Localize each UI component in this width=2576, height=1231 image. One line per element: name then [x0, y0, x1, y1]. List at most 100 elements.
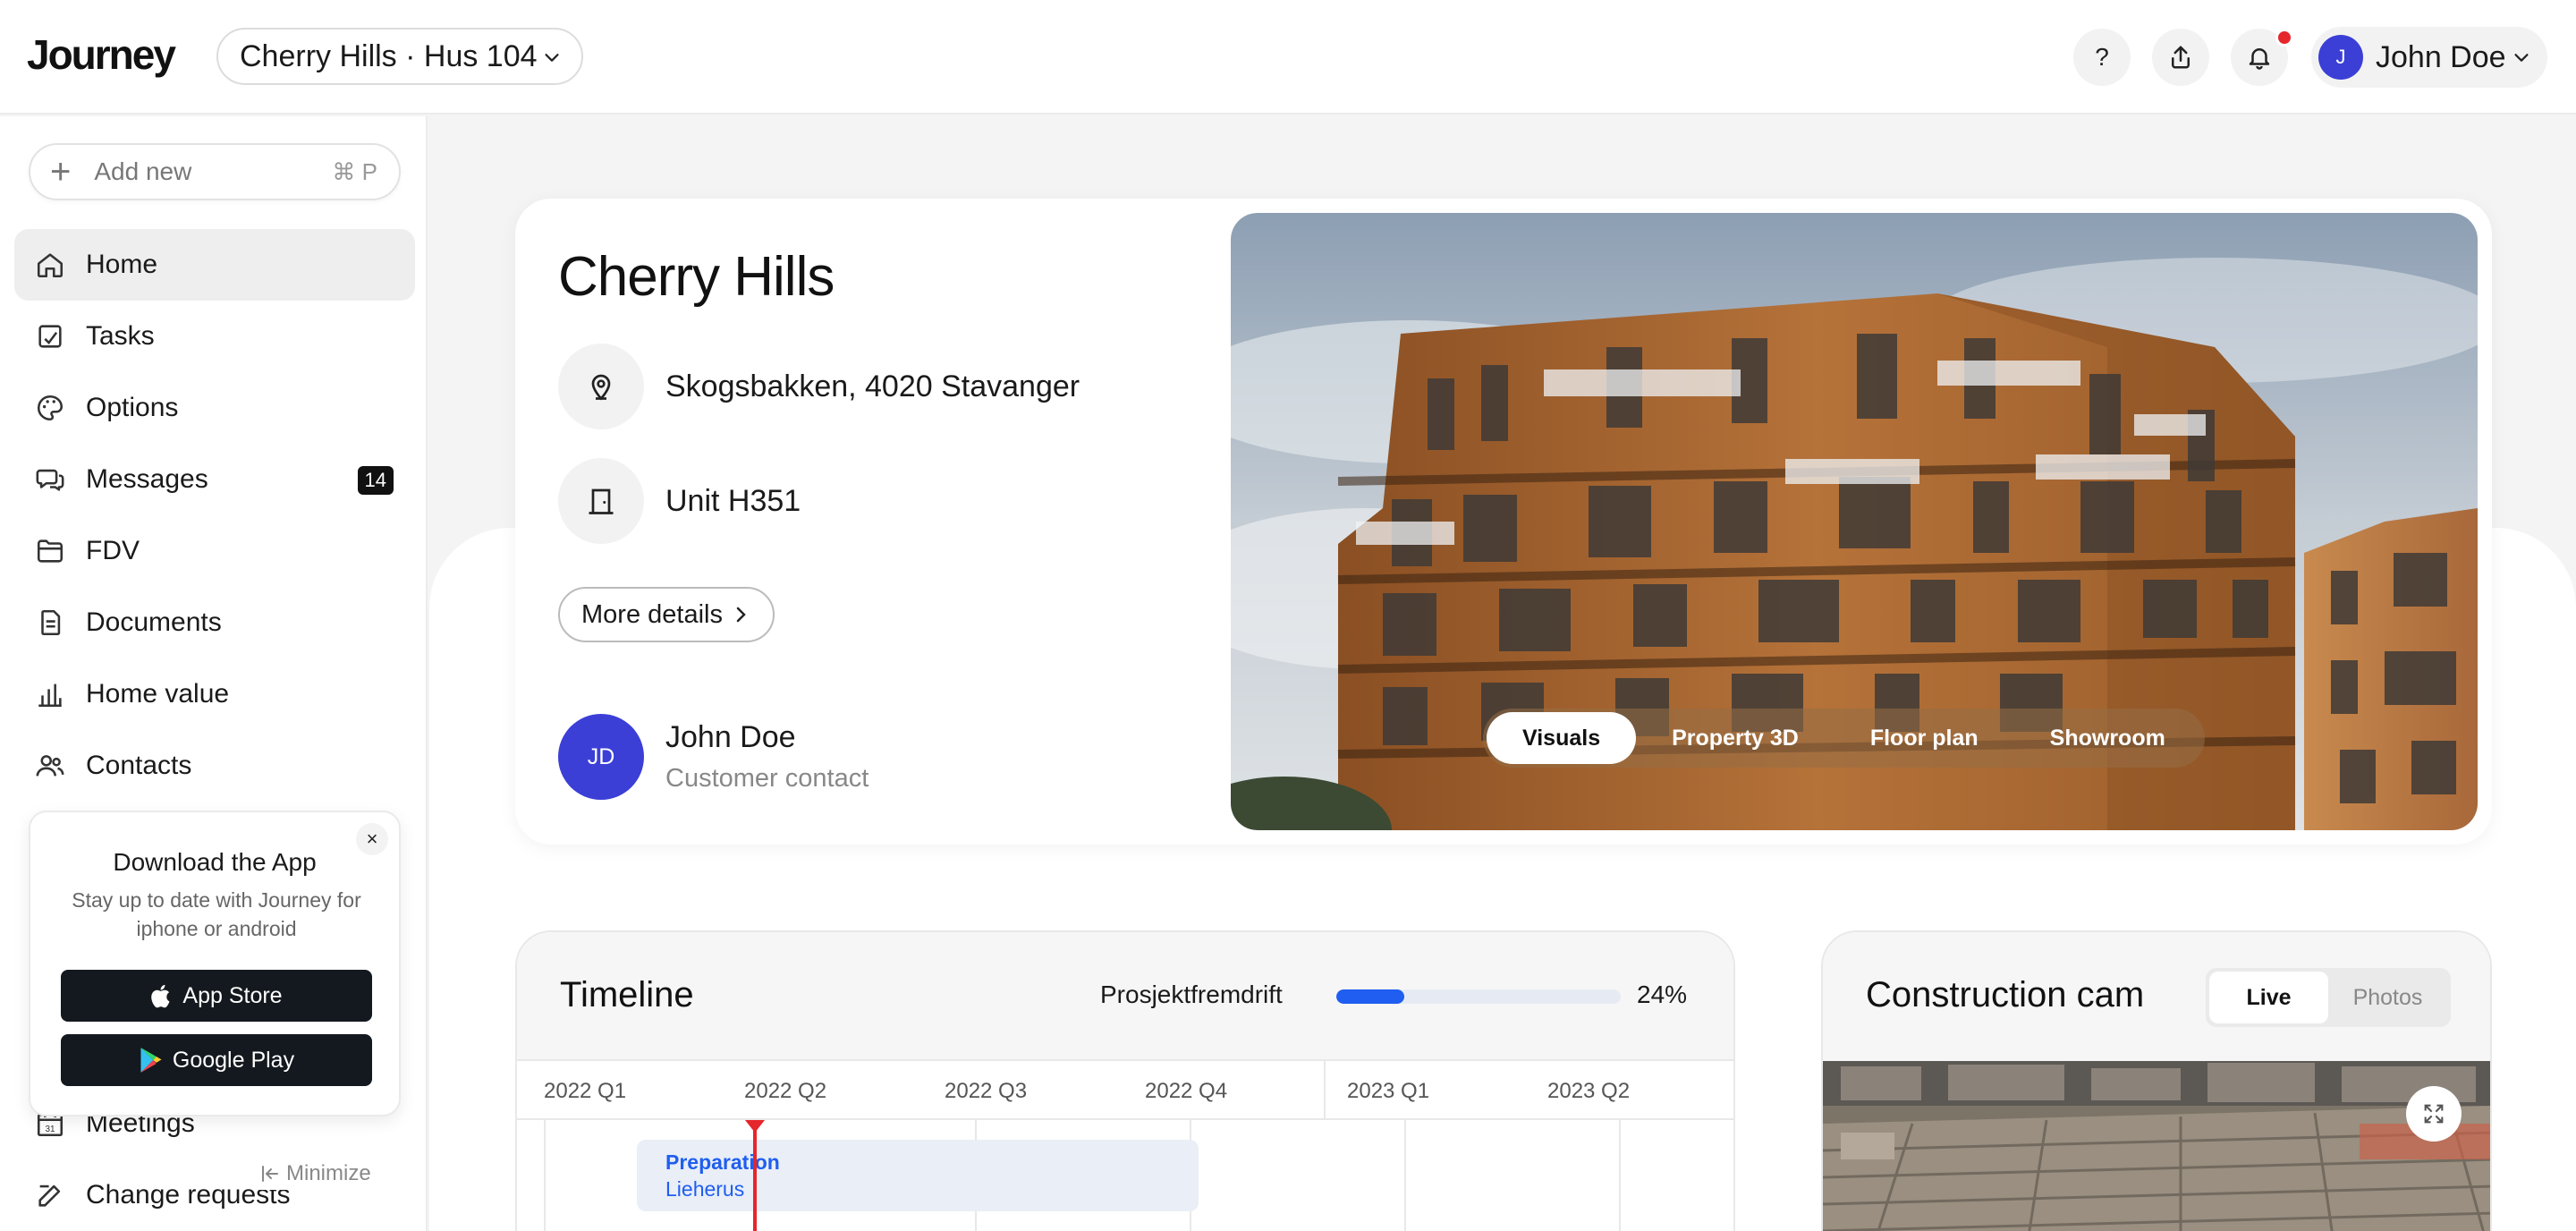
sidebar-item-contacts[interactable]: Contacts	[14, 730, 415, 802]
project-selector[interactable]: Cherry Hills · Hus 104	[216, 28, 583, 85]
shortcut-hint: ⌘ P	[332, 157, 377, 185]
sidebar-item-label: Home	[86, 250, 158, 279]
construction-cam-image[interactable]	[1823, 1061, 2490, 1231]
share-icon	[2172, 46, 2190, 69]
google-play-button[interactable]: Google Play	[61, 1034, 372, 1086]
more-details-label: More details	[581, 599, 723, 629]
project-hero-card: Cherry Hills Skogsbakken, 4020 Stavanger…	[515, 199, 2492, 845]
media-tabs: Visuals Property 3D Floor plan Showroom	[1483, 709, 2205, 768]
contact-role: Customer contact	[665, 764, 869, 793]
apple-icon	[150, 982, 174, 1009]
sidebar-item-label: Options	[86, 393, 179, 422]
app-store-button[interactable]: App Store	[61, 970, 372, 1022]
more-details-button[interactable]: More details	[558, 587, 775, 642]
document-icon	[32, 605, 68, 641]
address-row: Skogsbakken, 4020 Stavanger	[558, 344, 1080, 429]
timeline-card: Timeline Prosjektfremdrift 24% 2022 Q1 2…	[515, 930, 1735, 1231]
avatar: J	[2318, 35, 2363, 80]
contacts-icon	[32, 748, 68, 784]
progress-label: Prosjektfremdrift	[1100, 981, 1283, 1008]
sidebar-item-messages[interactable]: Messages 14	[14, 444, 415, 515]
edit-icon	[32, 1177, 68, 1213]
add-new-button[interactable]: + Add new ⌘ P	[29, 143, 401, 200]
sidebar-item-home[interactable]: Home	[14, 229, 415, 301]
google-play-icon	[139, 1047, 164, 1074]
progress-bar	[1336, 989, 1621, 1004]
timeline-task[interactable]: Preparation Lieherus	[637, 1140, 1199, 1211]
today-marker	[753, 1120, 757, 1231]
quarter-header: 2022 Q1 2022 Q2 2022 Q3 2022 Q4 2023 Q1 …	[517, 1061, 1733, 1120]
sidebar-item-options[interactable]: Options	[14, 372, 415, 444]
chat-icon	[32, 462, 68, 497]
notifications-button[interactable]	[2231, 29, 2293, 86]
sidebar: + Add new ⌘ P Home Tasks Options Message…	[0, 116, 428, 1231]
tab-showroom[interactable]: Showroom	[2014, 712, 2201, 764]
year-divider	[1324, 1061, 1326, 1120]
sidebar-item-label: Tasks	[86, 321, 155, 351]
minimize-label: Minimize	[286, 1161, 371, 1185]
construction-cam-card: Construction cam Live Photos	[1821, 930, 2492, 1231]
grid-line	[1619, 1120, 1621, 1231]
question-icon: ?	[2095, 43, 2109, 71]
cam-title: Construction cam	[1866, 975, 2145, 1015]
location-pin-icon	[558, 344, 644, 429]
calendar-day: 31	[45, 1125, 55, 1134]
folder-icon	[32, 533, 68, 569]
cam-live-option[interactable]: Live	[2209, 972, 2328, 1023]
sidebar-item-label: Documents	[86, 607, 222, 637]
timeline-title: Timeline	[560, 975, 694, 1015]
plus-icon: +	[50, 152, 72, 191]
bell-icon	[2249, 48, 2270, 70]
sidebar-item-label: Messages	[86, 464, 208, 494]
quarter-label: 2023 Q1	[1347, 1079, 1430, 1103]
door-icon	[558, 458, 644, 544]
quarter-label: 2022 Q2	[744, 1079, 827, 1103]
top-header: Journey Cherry Hills · Hus 104 ? J John …	[0, 0, 2576, 115]
share-button[interactable]	[2152, 29, 2209, 86]
tab-floor-plan[interactable]: Floor plan	[1835, 712, 2014, 764]
progress-percent: 24%	[1637, 981, 1688, 1008]
sidebar-item-tasks[interactable]: Tasks	[14, 301, 415, 372]
chevron-down-icon	[2514, 54, 2529, 62]
google-play-label: Google Play	[172, 1047, 295, 1073]
user-menu[interactable]: J John Doe	[2311, 27, 2547, 88]
journey-logo[interactable]: Journey	[27, 30, 176, 79]
unit-row: Unit H351	[558, 458, 801, 544]
sidebar-item-documents[interactable]: Documents	[14, 587, 415, 658]
notification-dot	[2275, 29, 2293, 47]
avatar: JD	[558, 714, 644, 800]
grid-line	[544, 1120, 546, 1231]
project-selector-label: Cherry Hills · Hus 104	[240, 38, 538, 73]
cam-header: Construction cam Live Photos	[1823, 932, 2490, 1061]
expand-icon[interactable]	[2406, 1086, 2462, 1142]
tab-property-3d[interactable]: Property 3D	[1636, 712, 1835, 764]
quarter-label: 2022 Q3	[945, 1079, 1028, 1103]
app-card-title: Download the App	[113, 848, 317, 876]
app-store-label: App Store	[182, 982, 283, 1008]
project-address: Skogsbakken, 4020 Stavanger	[665, 369, 1080, 403]
add-new-label: Add new	[94, 157, 192, 185]
sidebar-nav: Home Tasks Options Messages 14 FDV Docum…	[14, 229, 415, 802]
help-button[interactable]: ?	[2073, 29, 2131, 86]
timeline-header: Timeline Prosjektfremdrift 24%	[517, 932, 1733, 1061]
palette-icon	[32, 390, 68, 426]
tasks-icon	[32, 318, 68, 354]
sidebar-item-label: FDV	[86, 536, 140, 565]
home-icon	[32, 247, 68, 283]
customer-contact[interactable]: JD John Doe Customer contact	[558, 714, 869, 800]
user-name: John Doe	[2376, 39, 2506, 74]
tab-visuals[interactable]: Visuals	[1487, 712, 1637, 764]
task-subtitle: Lieherus	[665, 1177, 745, 1201]
sidebar-item-home-value[interactable]: Home value	[14, 658, 415, 730]
collapse-left-icon	[262, 1166, 278, 1182]
progress-bar-fill	[1336, 989, 1405, 1004]
sidebar-item-label: Home value	[86, 679, 230, 709]
app-card-subtitle: Stay up to date with Journey for iphone …	[72, 888, 361, 940]
grid-line	[1404, 1120, 1406, 1231]
minimize-sidebar-button[interactable]: Minimize	[254, 1158, 377, 1190]
sidebar-item-fdv[interactable]: FDV	[14, 515, 415, 587]
cam-photos-option[interactable]: Photos	[2328, 972, 2447, 1023]
chevron-right-icon	[736, 607, 746, 623]
quarter-label: 2022 Q4	[1145, 1079, 1228, 1103]
contact-name: John Doe	[665, 720, 796, 754]
